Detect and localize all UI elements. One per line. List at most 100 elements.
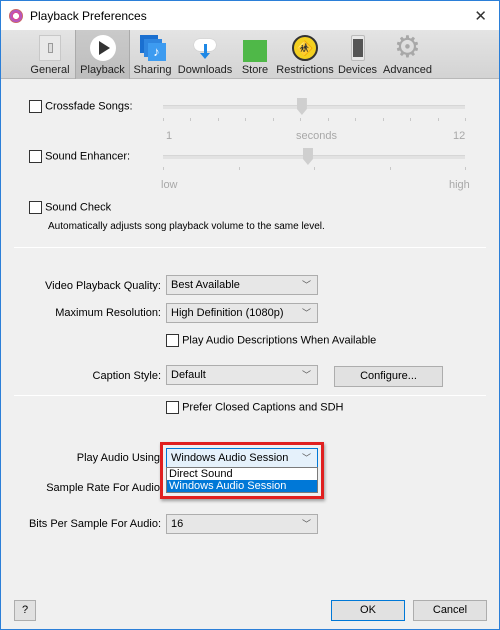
closed-captions-label: Prefer Closed Captions and SDH — [182, 401, 344, 414]
music-share-icon: ♪ — [139, 34, 167, 62]
max-resolution-value: High Definition (1080p) — [171, 307, 284, 319]
configure-button[interactable]: Configure... — [334, 366, 443, 387]
sound-check-checkbox[interactable] — [29, 201, 42, 214]
slider-tick — [465, 167, 466, 170]
bits-per-sample-value: 16 — [171, 518, 184, 530]
chevron-down-icon: ﹀ — [301, 308, 311, 318]
slider-tick — [355, 118, 357, 121]
chevron-down-icon: ﹀ — [301, 453, 311, 463]
slider-tick — [314, 167, 315, 170]
video-quality-label: Video Playback Quality: — [45, 280, 161, 292]
slider-tick — [300, 118, 302, 121]
separator — [14, 395, 486, 396]
chevron-down-icon: ﹀ — [301, 280, 311, 290]
slider-tick — [163, 118, 164, 121]
audio-descriptions-row: Play Audio Descriptions When Available — [166, 334, 376, 347]
close-button[interactable]: ✕ — [474, 7, 487, 25]
gear-icon: ⚙ — [394, 31, 421, 64]
tab-playback[interactable]: Playback — [75, 30, 130, 79]
dropdown-option[interactable]: Direct Sound — [167, 468, 317, 480]
slider-tick — [327, 118, 329, 121]
bits-per-sample-label: Bits Per Sample For Audio: — [28, 518, 161, 530]
separator — [14, 247, 486, 248]
caption-style-value: Default — [171, 369, 206, 381]
sound-check-row: Sound Check — [29, 201, 111, 214]
video-quality-value: Best Available — [171, 279, 240, 291]
phone-icon — [344, 34, 372, 62]
play-audio-value: Windows Audio Session — [171, 452, 289, 464]
play-audio-dropdown-list: Direct Sound Windows Audio Session — [166, 467, 318, 493]
slider-tick — [437, 118, 439, 121]
chevron-down-icon: ﹀ — [301, 519, 311, 529]
closed-captions-row: Prefer Closed Captions and SDH — [166, 401, 343, 414]
slider-tick — [272, 118, 274, 121]
video-quality-select[interactable]: Best Available ﹀ — [166, 275, 318, 295]
tab-downloads[interactable]: Downloads — [175, 30, 235, 79]
cloud-download-icon — [191, 34, 219, 62]
tab-label: Devices — [337, 64, 378, 76]
enhancer-min-label: low — [161, 179, 178, 191]
tab-sharing[interactable]: ♪ Sharing — [130, 30, 175, 79]
max-resolution-label: Maximum Resolution: — [55, 307, 161, 319]
dropdown-option-selected[interactable]: Windows Audio Session — [167, 480, 317, 492]
slider-tick — [163, 167, 164, 170]
tab-restrictions[interactable]: 🚸 Restrictions — [275, 30, 335, 79]
slider-tick — [382, 118, 384, 121]
bits-per-sample-select[interactable]: 16 ﹀ — [166, 514, 318, 534]
itunes-icon — [9, 8, 23, 23]
slider-tick — [217, 118, 219, 121]
enhancer-slider-track[interactable] — [163, 155, 465, 159]
tab-general[interactable]: General — [25, 30, 75, 79]
crossfade-max-label: 12 — [453, 130, 466, 142]
tab-label: General — [30, 64, 70, 76]
crossfade-checkbox[interactable] — [29, 100, 42, 113]
enhancer-max-label: high — [449, 179, 470, 191]
sample-rate-label: Sample Rate For Audio: — [46, 482, 163, 494]
preferences-toolbar: General Playback ♪ Sharing Downloads Sto… — [1, 30, 499, 79]
enhancer-label: Sound Enhancer: — [45, 150, 131, 163]
tab-label: Advanced — [383, 64, 432, 76]
crossfade-slider-thumb[interactable] — [296, 98, 307, 115]
tab-advanced[interactable]: ⚙ Advanced — [380, 30, 435, 79]
slider-tick — [245, 118, 247, 121]
play-icon — [89, 34, 117, 62]
slider-tick — [389, 167, 391, 170]
switch-icon — [36, 34, 64, 62]
enhancer-row: Sound Enhancer: — [29, 150, 130, 163]
help-button[interactable]: ? — [14, 600, 36, 621]
window-title: Playback Preferences — [30, 8, 147, 23]
tab-label: Sharing — [133, 64, 172, 76]
crossfade-slider-track[interactable] — [163, 105, 465, 109]
tab-label: Playback — [80, 64, 125, 76]
shopping-bag-icon — [241, 34, 269, 62]
tab-label: Store — [241, 64, 269, 76]
tab-label: Downloads — [177, 64, 233, 76]
tab-store[interactable]: Store — [235, 30, 275, 79]
tab-devices[interactable]: Devices — [335, 30, 380, 79]
enhancer-checkbox[interactable] — [29, 150, 42, 163]
audio-descriptions-checkbox[interactable] — [166, 334, 179, 347]
play-audio-select[interactable]: Windows Audio Session ﹀ — [166, 448, 318, 468]
enhancer-slider-thumb[interactable] — [302, 148, 313, 165]
parental-icon: 🚸 — [291, 34, 319, 62]
ok-button[interactable]: OK — [331, 600, 405, 621]
crossfade-unit-label: seconds — [296, 130, 337, 142]
slider-tick — [190, 118, 192, 121]
caption-style-label: Caption Style: — [92, 370, 161, 382]
crossfade-label: Crossfade Songs: — [45, 100, 133, 113]
slider-tick — [410, 118, 412, 121]
audio-descriptions-label: Play Audio Descriptions When Available — [182, 334, 377, 347]
slider-tick — [465, 118, 466, 121]
preferences-window: Playback Preferences ✕ General Playback … — [0, 0, 500, 630]
sound-check-label: Sound Check — [45, 201, 112, 214]
crossfade-row: Crossfade Songs: — [29, 100, 133, 113]
play-audio-label: Play Audio Using: — [76, 452, 163, 464]
slider-tick — [238, 167, 240, 170]
sound-check-description: Automatically adjusts song playback volu… — [48, 221, 325, 232]
tab-label: Restrictions — [276, 64, 334, 76]
caption-style-select[interactable]: Default ﹀ — [166, 365, 318, 385]
crossfade-min-label: 1 — [166, 130, 173, 142]
cancel-button[interactable]: Cancel — [413, 600, 487, 621]
closed-captions-checkbox[interactable] — [166, 401, 179, 414]
max-resolution-select[interactable]: High Definition (1080p) ﹀ — [166, 303, 318, 323]
